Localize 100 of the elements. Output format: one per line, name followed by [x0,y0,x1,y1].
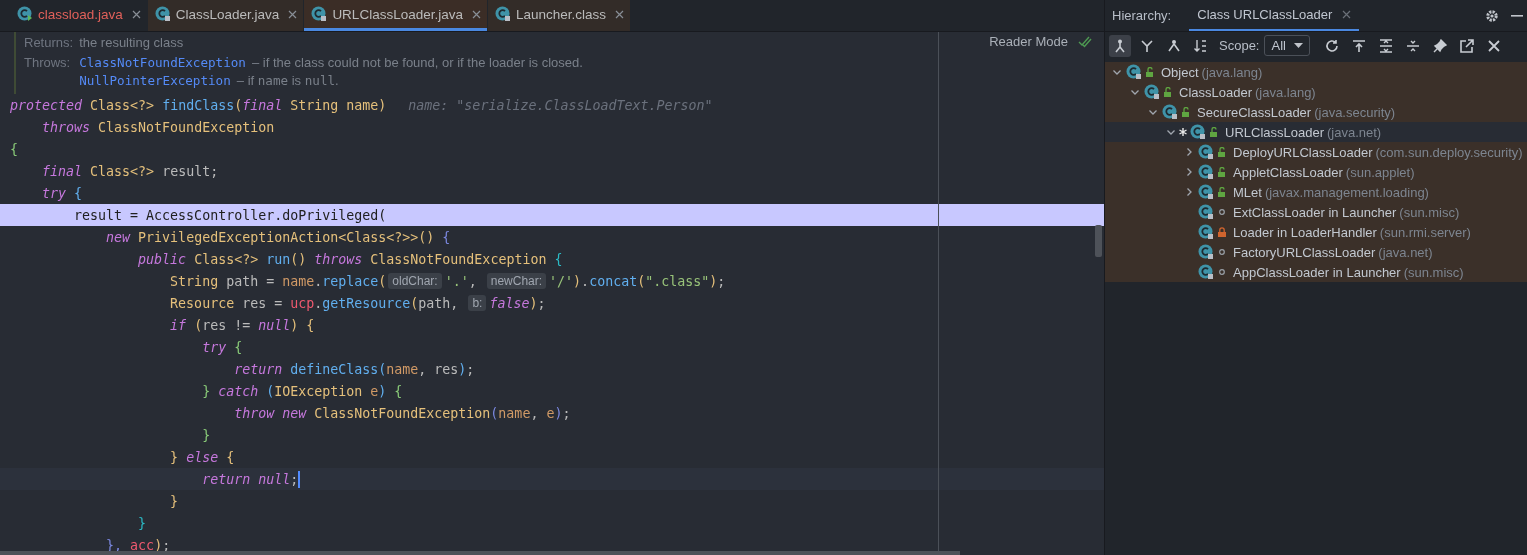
code-line: } else { [169,449,235,465]
tree-item[interactable]: MLet (javax.management.loading) [1105,182,1527,202]
class-icon [154,6,171,22]
code-line: } [201,427,211,443]
branch-icon [1167,38,1181,53]
check-icon [1078,35,1092,48]
code-line: protected Class<?> findClass(final String name) name: "serialize.ClassLoadText.Person" [10,97,713,113]
panel-title: Hierarchy: [1112,8,1172,23]
reader-mode-button[interactable]: Reader Mode [989,34,1068,49]
package-name: (sun.misc) [1403,264,1464,280]
text-cursor [298,470,301,488]
hierarchy-tab[interactable]: Class URLClassLoader [1189,0,1360,31]
doc-label: Returns: [24,34,74,52]
code-line: } catch (IOException e) { [201,383,403,399]
horizontal-scrollbar[interactable] [0,551,960,555]
code-line: { [10,141,18,157]
class-icon [1198,244,1214,260]
code-line: String path = name.replace( oldChar: '.', newChar: '/').concat(".class"); [169,273,726,289]
close-icon[interactable] [288,9,298,19]
exception-link[interactable]: NullPointerException [79,72,231,90]
class-icon [1198,164,1214,180]
class-icon [1198,184,1214,200]
class-name: MLet [1233,184,1262,200]
code-line: final Class<?> result; [41,163,219,179]
exception-link[interactable]: ClassNotFoundException [79,54,246,72]
open-lock-icon [1209,127,1219,137]
class-icon [494,6,511,22]
package-name: (java.net) [1378,244,1433,260]
tree-item[interactable]: ExtClassLoader in Launcher (sun.misc) [1105,202,1527,222]
class-name: URLClassLoader [1225,124,1324,140]
package-name: (sun.applet) [1345,164,1415,180]
tree-item[interactable]: FactoryURLClassLoader (java.net) [1105,242,1527,262]
editor-tab[interactable]: URLClassLoader.java [304,0,487,31]
package-name: (com.sun.deploy.security) [1375,144,1523,160]
tree-item[interactable]: AppClassLoader in Launcher (sun.misc) [1105,262,1527,282]
class-name: Loader in LoaderHandler [1233,224,1377,240]
package-name: (java.security) [1314,104,1396,120]
class-name: AppletClassLoader [1233,164,1343,180]
class-name: FactoryURLClassLoader [1233,244,1376,260]
doc-text: – if name is null. [236,72,339,90]
open-lock-icon [1217,187,1227,197]
fork-icon [1140,38,1154,53]
tree-item[interactable]: ClassLoader (java.lang) [1105,82,1527,102]
package-name: (sun.rmi.server) [1379,224,1471,240]
code-line: try { [41,185,83,201]
open-lock-icon [1217,147,1227,157]
class-icon [1190,124,1206,140]
class-name: AppClassLoader in Launcher [1233,264,1401,280]
class-icon [1198,204,1214,220]
class-icon [17,6,33,22]
open-lock-icon [1217,167,1227,177]
code-line: result = AccessController.doPrivileged( [73,207,387,223]
tree-item[interactable]: Object (java.lang) [1105,62,1527,82]
hierarchy-icon [1113,38,1127,53]
editor-tab[interactable]: Launcher.class [487,0,630,31]
tree-item[interactable]: DeployURLClassLoader (com.sun.deploy.security) [1105,142,1527,162]
close-icon[interactable] [471,9,481,19]
code-line: if (res != null) { [169,317,315,333]
class-icon [311,6,328,22]
package-name: (sun.misc) [1399,204,1460,220]
package-name: (javax.management.loading) [1264,184,1429,200]
code-line: Resource res = ucp.getResource(path, b: false); [169,295,546,311]
class-icon [1144,84,1160,100]
tree-item[interactable]: SecureClassLoader (java.security) [1105,102,1527,122]
tree-item[interactable]: Loader in LoaderHandler (sun.rmi.server) [1105,222,1527,242]
scope-label: Scope: [1219,38,1260,53]
code-line: return defineClass(name, res); [233,361,475,377]
code-line: new PrivilegedExceptionAction<Class<?>>() { [105,229,451,245]
tree-item[interactable]: URLClassLoader (java.net) [1105,122,1527,142]
code-line: throws ClassNotFoundException [41,119,275,135]
dropdown-caret-icon [1293,43,1303,48]
code-line: } [137,515,147,531]
code-line: throw new ClassNotFoundException(name, e); [233,405,571,421]
class-icon [1198,264,1214,280]
editor-tab[interactable]: ClassLoader.java [147,0,304,31]
package-name: (java.net) [1327,124,1382,140]
dot-icon [1217,207,1227,217]
view-mode-button[interactable] [1109,34,1131,57]
class-name: Object [1161,64,1199,80]
lock-icon [1217,227,1227,237]
open-lock-icon [1145,67,1155,77]
class-name: ClassLoader [1179,84,1252,100]
class-name: SecureClassLoader [1197,104,1312,120]
package-name: (java.lang) [1255,84,1316,100]
close-icon[interactable] [615,9,624,19]
code-line: return null; [201,470,301,488]
code-line: try { [201,339,243,355]
code-line: public Class<?> run() throws ClassNotFoundException { [137,251,563,267]
package-name: (java.lang) [1201,64,1263,80]
dot-icon [1217,247,1227,257]
class-icon [1126,64,1142,80]
code-line: } [169,493,179,509]
doc-text: the resulting class [79,34,184,52]
settings-icon[interactable] [1485,8,1499,23]
class-name: DeployURLClassLoader [1233,144,1373,160]
close-icon[interactable] [131,9,141,19]
scope-dropdown[interactable]: All [1264,35,1310,56]
vertical-scrollbar[interactable] [1095,225,1102,257]
tree-item[interactable]: AppletClassLoader (sun.applet) [1105,162,1527,182]
class-icon [1198,224,1214,240]
